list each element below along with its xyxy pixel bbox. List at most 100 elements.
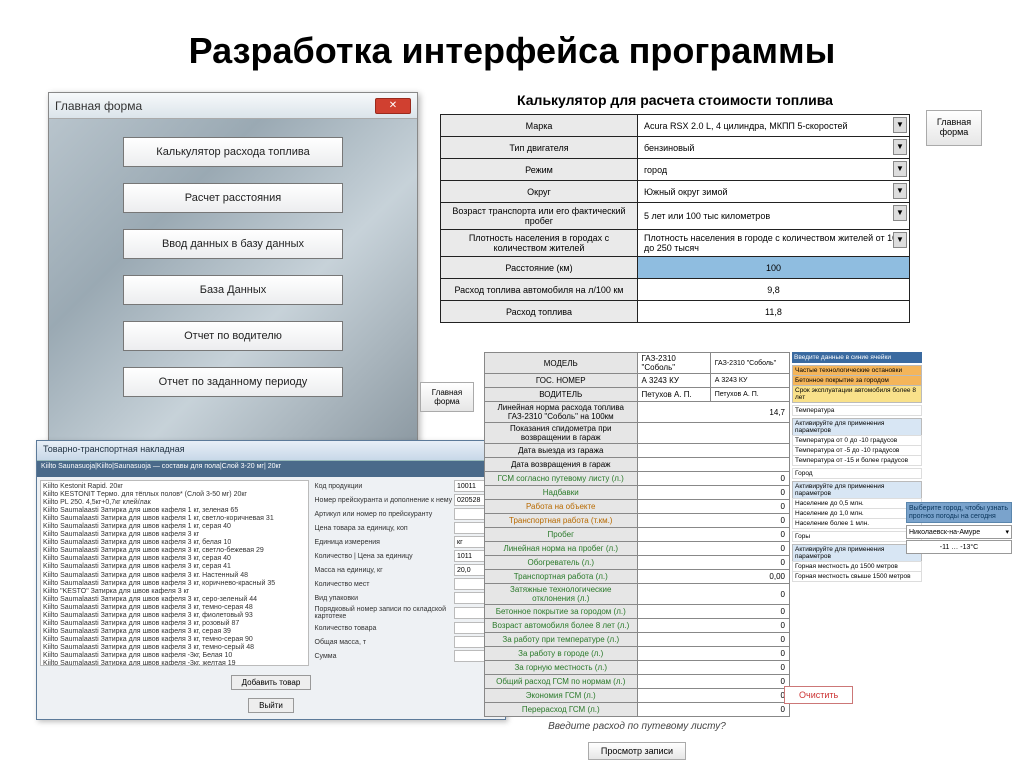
product-list-item[interactable]: Kiilto Saumalaasti Затирка для швов кафе… <box>43 523 306 531</box>
fuel-log-value[interactable]: 0 <box>637 647 790 661</box>
fuel-log-label: Надбавки <box>485 486 638 500</box>
vehicle-field-value: А 3243 КУ <box>637 374 710 388</box>
fuel-log-label: Показания спидометра при возвращении в г… <box>485 423 638 444</box>
exit-button[interactable]: Выйти <box>248 698 294 713</box>
calc-label: Округ <box>441 181 638 203</box>
calc-label: Режим <box>441 159 638 181</box>
product-list-item[interactable]: Kiilto Saumalaasti Затирка для швов кафе… <box>43 604 306 612</box>
fuel-log-label: Обогреватель (л.) <box>485 556 638 570</box>
fuel-log-value[interactable]: 0 <box>637 542 790 556</box>
vehicle-field-echo: ГАЗ-2310 "Соболь" <box>710 353 789 374</box>
fuel-log-value[interactable] <box>637 458 790 472</box>
fuel-log-value[interactable]: 0 <box>637 500 790 514</box>
param-toggle[interactable]: Срок эксплуатации автомобиля более 8 лет <box>793 386 921 402</box>
calc-dropdown[interactable]: Плотность населения в городе с количеств… <box>637 230 909 257</box>
vehicle-header-table: МОДЕЛЬГАЗ-2310 "Соболь"ГАЗ-2310 "Соболь"… <box>484 352 790 402</box>
prompt-text: Введите расход по путевому листу? <box>484 717 790 736</box>
fuel-log-value[interactable]: 0 <box>637 675 790 689</box>
product-list-item[interactable]: Kiilto Saumalaasti Затирка для швов кафе… <box>43 612 306 620</box>
param-option[interactable]: Температура от -15 и более градусов <box>792 455 922 466</box>
chevron-down-icon: ▼ <box>893 161 907 177</box>
view-record-button[interactable]: Просмотр записи <box>588 742 686 760</box>
close-icon[interactable]: ✕ <box>375 98 411 114</box>
calc-label: Марка <box>441 115 638 137</box>
btn-data-entry[interactable]: Ввод данных в базу данных <box>123 229 343 259</box>
weather-widget: Выберите город, чтобы узнать прогноз пог… <box>906 502 1012 554</box>
fuel-log-label: Транспортная работа (т.км.) <box>485 514 638 528</box>
fuel-log-value[interactable] <box>637 423 790 444</box>
calc-distance-input[interactable]: 100 <box>637 257 909 279</box>
invoice-product-list[interactable]: Kiilto Kestonit Rapid. 20кгKiilto KESTON… <box>40 480 309 666</box>
calc-label: Расход топлива автомобиля на л/100 км <box>441 279 638 301</box>
main-form-button-top[interactable]: Главная форма <box>926 110 982 146</box>
city-activate-checkbox[interactable]: Активируйте для применения параметров <box>792 481 922 499</box>
param-option[interactable]: Горная местность свыше 1500 метров <box>792 571 922 582</box>
calc-dropdown[interactable]: бензиновый▼ <box>637 137 909 159</box>
btn-driver-report[interactable]: Отчет по водителю <box>123 321 343 351</box>
main-form-button-mid[interactable]: Главная форма <box>420 382 474 412</box>
product-list-item[interactable]: Kiilto Saumalaasti Затирка для швов кафе… <box>43 660 306 666</box>
fuel-log-label: За горную местность (л.) <box>485 661 638 675</box>
product-list-item[interactable]: Kiilto Saumalaasti Затирка для швов кафе… <box>43 620 306 628</box>
calc-label: Тип двигателя <box>441 137 638 159</box>
fuel-log-value[interactable]: 0 <box>637 689 790 703</box>
param-toggle[interactable]: Частые технологические остановки <box>793 366 921 375</box>
fuel-log-value[interactable]: 0 <box>637 514 790 528</box>
calc-dropdown[interactable]: Южный округ зимой▼ <box>637 181 909 203</box>
product-list-item[interactable]: Kiilto Saumalaasti Затирка для швов кафе… <box>43 636 306 644</box>
product-list-item[interactable]: Kiilto Saumalaasti Затирка для швов кафе… <box>43 580 306 588</box>
product-list-item[interactable]: Kiilto Saumalaasti Затирка для швов кафе… <box>43 596 306 604</box>
add-product-button[interactable]: Добавить товар <box>231 675 312 690</box>
fuel-log-value[interactable]: 0 <box>637 619 790 633</box>
fuel-log-value[interactable]: 0 <box>637 661 790 675</box>
param-toggle[interactable]: Бетонное покрытие за городом <box>793 376 921 385</box>
product-list-item[interactable]: Kiilto PL 250. 4,5кг+0,7кг клей/лак <box>43 499 306 507</box>
product-list-item[interactable]: Kiilto Kestonit Rapid. 20кг <box>43 483 306 491</box>
fuel-log-value[interactable]: 0,00 <box>637 570 790 584</box>
calc-title: Калькулятор для расчета стоимости топлив… <box>440 92 910 108</box>
norm-value: 14,7 <box>637 402 790 423</box>
calc-table: Марка Acura RSX 2.0 L, 4 цилиндра, МКПП … <box>440 114 910 323</box>
main-form-window: Главная форма ✕ Калькулятор расхода топл… <box>48 92 418 457</box>
calc-label: Расстояние (км) <box>441 257 638 279</box>
weather-city-select[interactable]: Николаевск-на-Амуре ▾ <box>906 525 1012 539</box>
btn-fuel-calculator[interactable]: Калькулятор расхода топлива <box>123 137 343 167</box>
clear-button[interactable]: Очистить <box>784 686 853 704</box>
fuel-log-label: Дата выезда из гаража <box>485 444 638 458</box>
fuel-log-value[interactable]: 0 <box>637 556 790 570</box>
btn-database[interactable]: База Данных <box>123 275 343 305</box>
fuel-log-value[interactable]: 0 <box>637 528 790 542</box>
fuel-log-label: Общий расход ГСМ по нормам (л.) <box>485 675 638 689</box>
temp-activate-checkbox[interactable]: Активируйте для применения параметров <box>792 418 922 436</box>
product-list-item[interactable]: Kiilto Saumalaasti Затирка для швов кафе… <box>43 547 306 555</box>
product-list-item[interactable]: Kiilto Saumalaasti Затирка для швов кафе… <box>43 563 306 571</box>
fuel-log-value[interactable]: 0 <box>637 633 790 647</box>
fuel-log-value[interactable]: 0 <box>637 605 790 619</box>
product-list-item[interactable]: Kiilto Saumalaasti Затирка для швов кафе… <box>43 628 306 636</box>
product-list-item[interactable]: Kiilto Saumalaasti Затирка для швов кафе… <box>43 555 306 563</box>
product-list-item[interactable]: Kiilto "KESTO" Затирка для швов кафеля 3… <box>43 588 306 596</box>
fuel-log-form: Главная форма МОДЕЛЬГАЗ-2310 "Соболь"ГАЗ… <box>420 352 790 760</box>
product-list-item[interactable]: Kiilto KESTONIT Tермо. для тёплых полов*… <box>43 491 306 499</box>
weather-prompt: Выберите город, чтобы узнать прогноз пог… <box>906 502 1012 523</box>
calc-label: Плотность населения в городах с количест… <box>441 230 638 257</box>
product-list-item[interactable]: Kiilto Saumalaasti Затирка для швов кафе… <box>43 652 306 660</box>
calc-dropdown[interactable]: город▼ <box>637 159 909 181</box>
btn-distance-calc[interactable]: Расчет расстояния <box>123 183 343 213</box>
btn-period-report[interactable]: Отчет по заданному периоду <box>123 367 343 397</box>
fuel-log-value[interactable]: 0 <box>637 584 790 605</box>
calc-dropdown[interactable]: Acura RSX 2.0 L, 4 цилиндра, МКПП 5-скор… <box>637 115 909 137</box>
calc-dropdown[interactable]: 5 лет или 100 тыс километров▼ <box>637 203 909 230</box>
fuel-log-value[interactable] <box>637 444 790 458</box>
product-list-item[interactable]: Kiilto Saumalaasti Затирка для швов кафе… <box>43 515 306 523</box>
fuel-log-value[interactable]: 0 <box>637 472 790 486</box>
fuel-log-value[interactable]: 0 <box>637 486 790 500</box>
fuel-log-label: Линейная норма на пробег (л.) <box>485 542 638 556</box>
fuel-log-value[interactable]: 0 <box>637 703 790 717</box>
product-list-item[interactable]: Kiilto Saumalaasti Затирка для швов кафе… <box>43 644 306 652</box>
norm-label: Линейная норма расхода топлива ГАЗ-2310 … <box>485 402 638 423</box>
product-list-item[interactable]: Kiilto Saumalaasti Затирка для швов кафе… <box>43 572 306 580</box>
product-list-item[interactable]: Kiilto Saumalaasti Затирка для швов кафе… <box>43 507 306 515</box>
param-option[interactable]: Население более 1 млн. <box>792 518 922 529</box>
mount-activate-checkbox[interactable]: Активируйте для применения параметров <box>792 544 922 562</box>
